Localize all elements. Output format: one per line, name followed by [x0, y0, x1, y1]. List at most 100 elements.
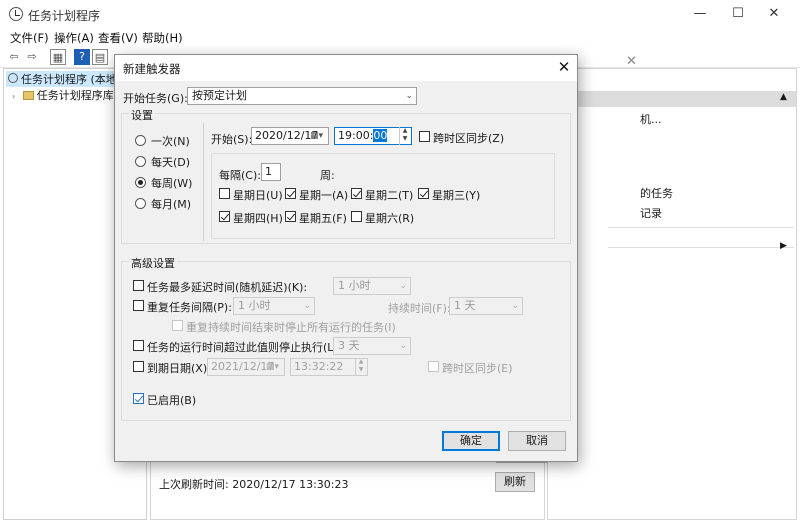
recur-field[interactable]: 1 [261, 163, 281, 181]
start-time-value: 19:00: [338, 129, 374, 142]
new-trigger-dialog: 新建触发器 ✕ 开始任务(G): 按预定计划 ⌄ 设置 一次(N) 每天(D) … [114, 54, 578, 462]
expire-sync-checkbox[interactable] [428, 361, 439, 372]
chevron-right-icon: › [12, 92, 16, 101]
dialog-titlebar: 新建触发器 ✕ [115, 55, 577, 81]
back-icon[interactable]: ⇦ [6, 49, 22, 65]
actions-header: ▲ [548, 91, 796, 107]
action-item[interactable]: 机... [640, 111, 662, 127]
duration-label: 持续时间(F): [388, 302, 451, 315]
stop-if-label: 任务的运行时间超过此值则停止执行(L): [147, 341, 342, 354]
repeat-checkbox[interactable] [133, 300, 144, 311]
begin-task-value: 按预定计划 [192, 89, 247, 102]
radio-label: 每天(D) [151, 156, 191, 169]
menu-view[interactable]: 查看(V) [98, 30, 138, 46]
stop-if-select[interactable]: 3 天 ⌄ [333, 337, 411, 355]
expire-date-picker[interactable]: 2021/12/17 ▦▾ [207, 358, 285, 376]
action-item[interactable]: 的任务 [640, 185, 673, 201]
enabled-label: 已启用(B) [147, 394, 197, 407]
chevron-down-icon: ⌄ [303, 301, 311, 311]
menu-help[interactable]: 帮助(H) [142, 30, 183, 46]
radio-label: 每周(W) [151, 177, 193, 190]
start-date-picker[interactable]: 2020/12/17 ▦▾ [251, 127, 329, 145]
checkbox[interactable] [351, 188, 362, 199]
begin-task-select[interactable]: 按预定计划 ⌄ [187, 87, 417, 105]
checkbox[interactable] [351, 211, 362, 222]
tree-item-label: 任务计划程序 (本地) [21, 73, 122, 86]
checkbox[interactable] [219, 211, 230, 222]
spin-icon[interactable]: ▲ ▼ [355, 358, 366, 376]
calendar-icon[interactable]: ▦▾ [310, 128, 323, 144]
delay-select[interactable]: 1 小时 ⌄ [333, 277, 411, 295]
refresh-button[interactable]: 刷新 [495, 472, 535, 492]
minimize-icon[interactable]: — [680, 0, 720, 28]
radio-button[interactable] [135, 177, 146, 188]
checkbox[interactable] [285, 211, 296, 222]
maximize-icon[interactable]: ☐ [718, 0, 758, 28]
radio-label: 每月(M) [151, 198, 192, 211]
stop-if-value: 3 天 [338, 339, 360, 352]
recur-label: 每隔(C): [219, 169, 261, 182]
day-label: 星期三(Y) [432, 189, 481, 202]
cancel-button[interactable]: 取消 [508, 431, 566, 451]
chevron-right-icon[interactable]: ▶ [780, 241, 787, 251]
sync-tz-checkbox[interactable] [419, 131, 430, 142]
divider [203, 123, 204, 241]
chevron-down-icon: ⌄ [399, 281, 407, 291]
expire-checkbox[interactable] [133, 361, 144, 372]
close-icon[interactable]: ✕ [754, 0, 794, 28]
settings-label: 设置 [129, 107, 155, 123]
menu-file[interactable]: 文件(F) [10, 30, 49, 46]
dialog-title: 新建触发器 [123, 62, 181, 76]
day-label: 星期五(F) [299, 212, 347, 225]
folder-icon [22, 91, 34, 100]
checkbox[interactable] [418, 188, 429, 199]
start-time-selected: 00 [373, 129, 388, 142]
menu-action[interactable]: 操作(A) [54, 30, 94, 46]
day-label: 星期日(U) [233, 189, 283, 202]
day-label: 星期二(T) [365, 189, 414, 202]
delay-checkbox[interactable] [133, 280, 144, 291]
radio-button[interactable] [135, 156, 146, 167]
expire-label: 到期日期(X): [147, 362, 211, 375]
expire-sync-label: 跨时区同步(E) [442, 362, 513, 375]
spin-icon[interactable]: ▲ ▼ [399, 127, 410, 145]
repeat-label: 重复任务间隔(P): [147, 301, 232, 314]
ok-button[interactable]: 确定 [442, 431, 500, 451]
close-icon[interactable]: ✕ [626, 54, 640, 69]
radio-button[interactable] [135, 198, 146, 209]
menu-bar: 文件(F) 操作(A) 查看(V) 帮助(H) [0, 28, 800, 46]
day-label: 星期六(R) [365, 212, 415, 225]
start-time-field[interactable]: 19:00:00 ▲ ▼ [334, 127, 412, 145]
chevron-down-icon: ⌄ [399, 341, 407, 351]
tree-item-library[interactable]: › 任务计划程序库 [12, 87, 114, 103]
help-icon[interactable]: ? [74, 49, 90, 65]
advanced-label: 高级设置 [129, 255, 177, 271]
stop-if-checkbox[interactable] [133, 340, 144, 351]
chevron-down-icon: ⌄ [511, 301, 519, 311]
delay-value: 1 小时 [338, 279, 371, 292]
repeat-select[interactable]: 1 小时 ⌄ [233, 297, 315, 315]
recur-value: 1 [265, 165, 272, 178]
close-icon[interactable]: ✕ [555, 58, 573, 76]
checkbox[interactable] [285, 188, 296, 199]
duration-select[interactable]: 1 天 ⌄ [449, 297, 523, 315]
expire-time-field[interactable]: 13:32:22 ▲ ▼ [290, 358, 368, 376]
collapse-icon[interactable]: ▲ [780, 92, 787, 102]
title-bar: 任务计划程序 — ☐ ✕ [0, 0, 800, 28]
action-item[interactable]: 记录 [640, 205, 662, 221]
window-title: 任务计划程序 [28, 9, 101, 23]
console-tree-icon[interactable]: ▦ [50, 49, 66, 65]
action-pane-icon[interactable]: ▤ [92, 49, 108, 65]
begin-task-label: 开始任务(G): [123, 92, 188, 105]
radio-button[interactable] [135, 135, 146, 146]
day-label: 星期一(A) [299, 189, 349, 202]
stop-all-checkbox[interactable] [172, 320, 183, 331]
enabled-checkbox[interactable] [133, 393, 144, 404]
checkbox[interactable] [219, 188, 230, 199]
calendar-icon[interactable]: ▦▾ [266, 359, 279, 375]
forward-icon[interactable]: ⇨ [24, 49, 40, 65]
repeat-value: 1 小时 [238, 299, 271, 312]
day-label: 星期四(H) [233, 212, 283, 225]
tree-item-label: 任务计划程序库 [36, 89, 114, 102]
clock-icon [8, 73, 18, 83]
